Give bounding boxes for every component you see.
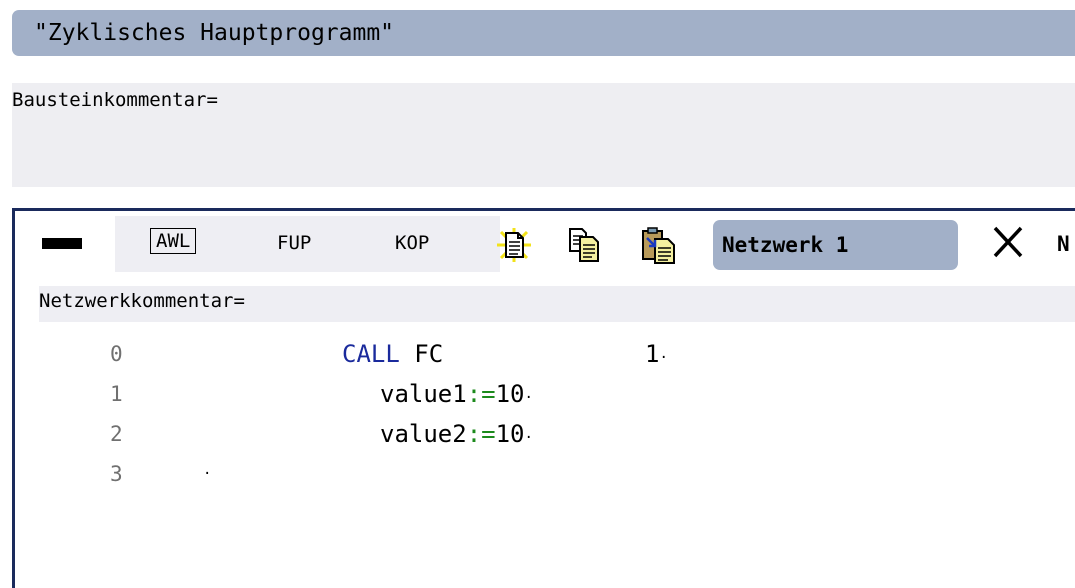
block-title-bar[interactable]: "Zyklisches Hauptprogramm" xyxy=(12,10,1075,56)
network-panel: AWL FUP KOP Netzwerk 1 N Netzwerkkomment… xyxy=(12,208,1075,588)
block-type: FC xyxy=(399,340,444,368)
assign-operator: := xyxy=(466,420,496,448)
network-title-field[interactable]: Netzwerk 1 xyxy=(713,220,958,270)
copy-icon[interactable] xyxy=(564,224,606,266)
assign-operator: := xyxy=(466,380,496,408)
parameter-value: 10 xyxy=(495,380,525,408)
code-editor[interactable]: 0 CALL FC 1· 1 value1:=10· 2 value2:=10·… xyxy=(15,336,1075,496)
code-line[interactable]: 2 value2:=10· xyxy=(15,416,1075,456)
code-line[interactable]: 0 CALL FC 1· xyxy=(15,336,1075,376)
line-number: 3 xyxy=(110,462,123,486)
fup-view-button[interactable]: FUP xyxy=(277,230,311,256)
line-number: 0 xyxy=(110,342,123,366)
line-number: 2 xyxy=(110,422,123,446)
code-line[interactable]: 3 · xyxy=(15,456,1075,496)
line-number: 1 xyxy=(110,382,123,406)
block-comment-label: Bausteinkommentar= xyxy=(12,89,218,111)
new-network-icon[interactable] xyxy=(493,224,535,266)
parameter-assignment: value1:=10· xyxy=(380,380,533,408)
parameter-name: value1 xyxy=(380,380,467,408)
code-line[interactable]: 1 value1:=10· xyxy=(15,376,1075,416)
awl-view-button[interactable]: AWL xyxy=(150,228,197,254)
block-comment-area[interactable]: Bausteinkommentar= xyxy=(12,83,1075,187)
block-number: 1· xyxy=(645,340,668,368)
network-comment-label: Netzwerkkommentar= xyxy=(39,290,245,312)
kop-view-button[interactable]: KOP xyxy=(395,230,429,256)
parameter-assignment: value2:=10· xyxy=(380,420,533,448)
next-network-label[interactable]: N xyxy=(1057,232,1075,256)
parameter-name: value2 xyxy=(380,420,467,448)
parameter-value: 10 xyxy=(495,420,525,448)
call-statement: CALL FC xyxy=(342,340,443,368)
close-icon[interactable] xyxy=(989,222,1027,262)
block-title: "Zyklisches Hauptprogramm" xyxy=(34,20,395,46)
collapse-network-icon[interactable] xyxy=(42,238,82,249)
network-comment-area[interactable]: Netzwerkkommentar= xyxy=(39,286,1075,322)
empty-line-marker: · xyxy=(203,466,212,482)
network-title: Netzwerk 1 xyxy=(722,233,849,257)
network-toolbar: AWL FUP KOP Netzwerk 1 N xyxy=(15,216,1075,272)
paste-icon[interactable] xyxy=(638,224,680,266)
keyword-call: CALL xyxy=(342,340,400,368)
